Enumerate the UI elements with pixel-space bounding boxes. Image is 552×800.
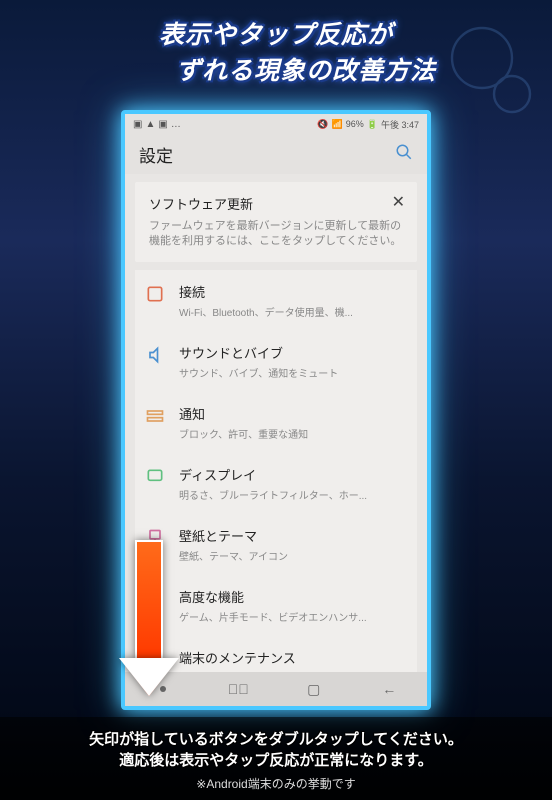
footer-line-2: 適応後は表示やタップ反応が正常になります。 [10, 750, 542, 771]
notifications-icon [145, 406, 165, 426]
update-title: ソフトウェア更新 [149, 194, 403, 213]
nav-recents-button[interactable]: �⃞ [201, 681, 277, 697]
battery-icon: 🔋 [367, 119, 378, 130]
battery-percent: 96% [346, 119, 364, 129]
setting-sub: Wi-Fi、Bluetooth、データ使用量、機... [179, 304, 407, 319]
setting-label: 接続 [179, 282, 407, 301]
setting-sub: サウンド、バイブ、通知をミュート [179, 365, 407, 380]
pointer-arrow [135, 540, 177, 696]
nav-back-button[interactable]: ← [352, 681, 428, 697]
setting-item-notifications[interactable]: 通知 ブロック、許可、重要な通知 [135, 392, 417, 453]
instruction-footer: 矢印が指しているボタンをダブルタップしてください。 適応後は表示やタップ反応が正… [0, 717, 552, 800]
close-icon[interactable]: ✕ [392, 192, 405, 212]
settings-list: 接続 Wi-Fi、Bluetooth、データ使用量、機... サウンドとバイブ … [135, 270, 417, 697]
footer-note: ※Android端末のみの挙動です [10, 775, 542, 792]
status-bar: ▣ ▲ ▣ … 🔇 📶 96% 🔋 午後 3:47 [125, 114, 427, 134]
notification-icon: ▣ [158, 119, 167, 130]
page-title: 設定 [139, 142, 173, 167]
mute-icon: 🔇 [317, 119, 328, 130]
notification-icon: ▣ [133, 119, 142, 130]
setting-label: サウンドとバイブ [179, 343, 407, 362]
more-icon: … [171, 119, 181, 130]
setting-label: 端末のメンテナンス [179, 648, 407, 667]
setting-item-display[interactable]: ディスプレイ 明るさ、ブルーライトフィルター、ホー... [135, 453, 417, 514]
footer-line-1: 矢印が指しているボタンをダブルタップしてください。 [10, 729, 542, 750]
clock-time: 午後 3:47 [381, 118, 419, 131]
update-description: ファームウェアを最新バージョンに更新して最新の機能を利用するには、ここをタップし… [149, 219, 403, 250]
setting-sub: 明るさ、ブルーライトフィルター、ホー... [179, 487, 407, 502]
signal-icon: 📶 [332, 119, 343, 130]
setting-label: ディスプレイ [179, 465, 407, 484]
title-line-2: ずれる現象の改善方法 [60, 51, 552, 87]
display-icon [145, 467, 165, 487]
instruction-title: 表示やタップ反応が ずれる現象の改善方法 [0, 15, 552, 87]
title-line-1: 表示やタップ反応が [0, 15, 552, 51]
setting-label: 壁紙とテーマ [179, 526, 407, 545]
setting-item-wallpaper[interactable]: 壁紙とテーマ 壁紙、テーマ、アイコン [135, 514, 417, 575]
setting-label: 高度な機能 [179, 587, 407, 606]
search-icon[interactable] [395, 143, 413, 166]
setting-sub: 壁紙、テーマ、アイコン [179, 548, 407, 563]
setting-item-connections[interactable]: 接続 Wi-Fi、Bluetooth、データ使用量、機... [135, 270, 417, 331]
setting-sub: ゲーム、片手モード、ビデオエンハンサ... [179, 609, 407, 624]
setting-sub: ブロック、許可、重要な通知 [179, 426, 407, 441]
app-header: 設定 [125, 134, 427, 174]
nav-home-button[interactable]: ▢ [276, 681, 352, 698]
setting-item-advanced[interactable]: 高度な機能 ゲーム、片手モード、ビデオエンハンサ... [135, 575, 417, 636]
connections-icon [145, 284, 165, 304]
setting-item-sound[interactable]: サウンドとバイブ サウンド、バイブ、通知をミュート [135, 331, 417, 392]
notification-icon: ▲ [145, 119, 155, 130]
software-update-card[interactable]: ソフトウェア更新 ファームウェアを最新バージョンに更新して最新の機能を利用するに… [135, 182, 417, 262]
setting-label: 通知 [179, 404, 407, 423]
sound-icon [145, 345, 165, 365]
